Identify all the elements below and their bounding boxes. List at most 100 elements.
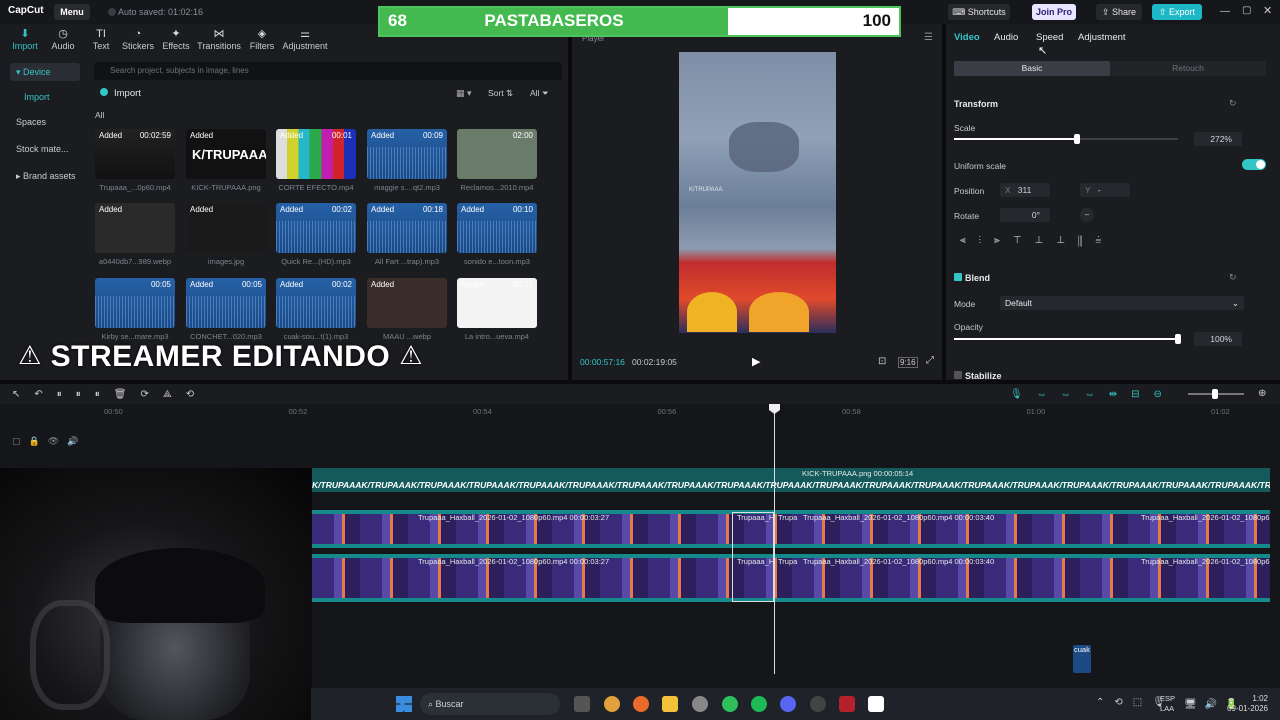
app-icon[interactable] <box>839 696 855 712</box>
menu-button[interactable]: Menu <box>54 4 90 20</box>
media-thumbnail[interactable]: Added 00:05 <box>186 278 266 328</box>
taskbar-search[interactable]: ⌕ Buscar <box>420 693 560 715</box>
reset-icon[interactable]: ↻ <box>1229 98 1237 109</box>
media-thumbnail[interactable]: K/TRUPAAA Added <box>186 129 266 179</box>
search-input[interactable]: Search project, subjects in image, lines <box>94 62 562 80</box>
media-thumbnail[interactable]: Added 00:02 <box>276 278 356 328</box>
capcut-icon[interactable] <box>868 696 884 712</box>
tab-video[interactable]: Video <box>954 32 980 43</box>
tool-audio[interactable]: ◷ Audio <box>44 28 82 51</box>
media-thumbnail[interactable]: Added 00:01 <box>276 129 356 179</box>
media-thumbnail[interactable]: Added <box>186 203 266 253</box>
scale-slider-fill <box>954 138 1078 140</box>
discord-icon[interactable] <box>780 696 796 712</box>
scale-value[interactable]: 272% <box>1194 132 1242 146</box>
sidebar-item-spaces[interactable]: Spaces <box>10 113 80 131</box>
transitions-icon: ⋈ <box>213 28 225 40</box>
position-y-field[interactable]: Y - <box>1080 183 1130 197</box>
filter-button[interactable]: All ⏷ <box>530 88 549 99</box>
added-badge: Added <box>190 205 214 214</box>
duration-label: 00:05 <box>150 280 171 289</box>
share-button[interactable]: ⇪ Share <box>1096 4 1142 20</box>
sidebar-item-device[interactable]: ▾ Device <box>10 63 80 81</box>
whatsapp-icon[interactable] <box>722 696 738 712</box>
mode-select[interactable]: Default ⌄ <box>1000 296 1244 310</box>
maximize-icon[interactable]: ▢ <box>1242 5 1251 16</box>
sidebar-item-stock[interactable]: Stock mate... <box>10 140 80 158</box>
zoom-slider[interactable] <box>1188 389 1244 399</box>
minimize-icon[interactable]: — <box>1220 6 1230 17</box>
opacity-slider[interactable] <box>954 334 1181 344</box>
tab-audio[interactable]: Audio <box>994 32 1018 43</box>
scale-slider[interactable] <box>954 134 1178 144</box>
spotify-icon[interactable] <box>751 696 767 712</box>
subtab-basic[interactable]: Basic <box>954 61 1110 76</box>
playhead[interactable] <box>774 404 775 674</box>
media-thumbnail[interactable]: Added 00:10 <box>457 203 537 253</box>
view-toggle-icon[interactable]: ▦ ▾ <box>456 88 472 99</box>
added-badge: Added <box>99 131 123 140</box>
media-thumbnail[interactable]: Added 00:02 <box>276 203 356 253</box>
opacity-value[interactable]: 100% <box>1194 332 1242 346</box>
media-thumbnail[interactable]: Added <box>367 278 447 328</box>
tool-effects[interactable]: ✦ Effects <box>157 28 195 51</box>
play-icon[interactable]: ▶ <box>752 355 760 368</box>
media-thumbnail[interactable]: Added 00:17 <box>457 278 537 328</box>
rotate-dial-icon[interactable]: – <box>1080 208 1094 222</box>
tool-filters[interactable]: ◈ Filters <box>243 28 281 51</box>
track-controls[interactable]: ▢🔒👁🔊 <box>12 436 86 447</box>
media-thumbnail[interactable]: Added 00:18 <box>367 203 447 253</box>
shortcuts-button[interactable]: ⌨ Shortcuts <box>948 4 1010 20</box>
close-icon[interactable]: ✕ <box>1263 4 1272 17</box>
stabilize-checkbox[interactable] <box>954 371 962 379</box>
webcam-headphone <box>30 600 110 710</box>
media-thumbnail[interactable]: 02:00 <box>457 129 537 179</box>
chrome-icon[interactable] <box>604 696 620 712</box>
timeline-tools[interactable]: ↖↶⏸⏸⏸🗑⟳⟁⟲ <box>12 389 208 400</box>
tool-text[interactable]: TI Text <box>82 28 120 51</box>
align-icons[interactable]: ⫷⫶⫸⊤⊥⊥⫼⩧ <box>960 235 1114 246</box>
sidebar-item-import[interactable]: Import <box>10 88 80 106</box>
scale-slider-knob[interactable] <box>1074 134 1081 144</box>
clock[interactable]: 1:02 09-01-2026 <box>1226 694 1268 714</box>
join-pro-button[interactable]: Join Pro <box>1032 4 1076 20</box>
media-thumbnail[interactable]: Added 00:09 <box>367 129 447 179</box>
sort-button[interactable]: Sort ⇅ <box>488 88 513 99</box>
toggle-knob <box>1256 160 1265 169</box>
export-button[interactable]: ⇧ Export <box>1152 4 1202 20</box>
added-badge: Added <box>461 280 485 289</box>
tool-stickers[interactable]: ◔ Stickers <box>119 28 157 51</box>
zoom-knob[interactable] <box>1212 389 1218 399</box>
rotate-field[interactable]: 0° <box>1000 208 1050 222</box>
fullscreen-icon[interactable]: ⤢ <box>926 355 934 366</box>
subtab-retouch[interactable]: Retouch <box>1110 61 1266 76</box>
tab-adjustment[interactable]: Adjustment <box>1078 32 1126 43</box>
opacity-slider-knob[interactable] <box>1175 334 1181 344</box>
media-thumbnail[interactable]: 00:05 <box>95 278 175 328</box>
blend-reset-icon[interactable]: ↻ <box>1229 272 1237 283</box>
media-thumbnail[interactable]: Added 00:02:59 <box>95 129 175 179</box>
x-label: X <box>1005 185 1011 195</box>
timeline-right-tools[interactable]: 🎙⇔⇔⇔⇹⊟⊖ <box>1010 389 1176 400</box>
blend-checkbox[interactable] <box>954 273 962 281</box>
ratio-button[interactable]: 9:16 <box>898 357 918 368</box>
task-view-icon[interactable] <box>574 696 590 712</box>
player-menu-icon[interactable]: ☰ <box>924 32 933 43</box>
position-x-field[interactable]: X 311 <box>1000 183 1050 197</box>
tool-adjustment[interactable]: ⚌ Adjustment <box>282 28 328 51</box>
zoom-in-icon[interactable]: ⊕ <box>1258 388 1266 399</box>
file-explorer-icon[interactable] <box>662 696 678 712</box>
fit-icon[interactable]: ⊡ <box>878 356 886 367</box>
firefox-icon[interactable] <box>633 696 649 712</box>
uniform-scale-toggle[interactable] <box>1242 159 1266 170</box>
sidebar-item-brand-assets[interactable]: ▸ Brand assets <box>10 167 80 185</box>
media-thumbnail[interactable]: Added <box>95 203 175 253</box>
settings-icon[interactable] <box>692 696 708 712</box>
language-indicator[interactable]: ESP LAA <box>1160 694 1175 714</box>
import-link[interactable]: Import <box>114 88 141 99</box>
tool-import[interactable]: ⬇ Import <box>6 28 44 51</box>
tool-label: Stickers <box>121 41 154 51</box>
tab-speed[interactable]: Speed <box>1036 32 1063 43</box>
tool-transitions[interactable]: ⋈ Transitions <box>197 28 241 51</box>
obs-icon[interactable] <box>810 696 826 712</box>
